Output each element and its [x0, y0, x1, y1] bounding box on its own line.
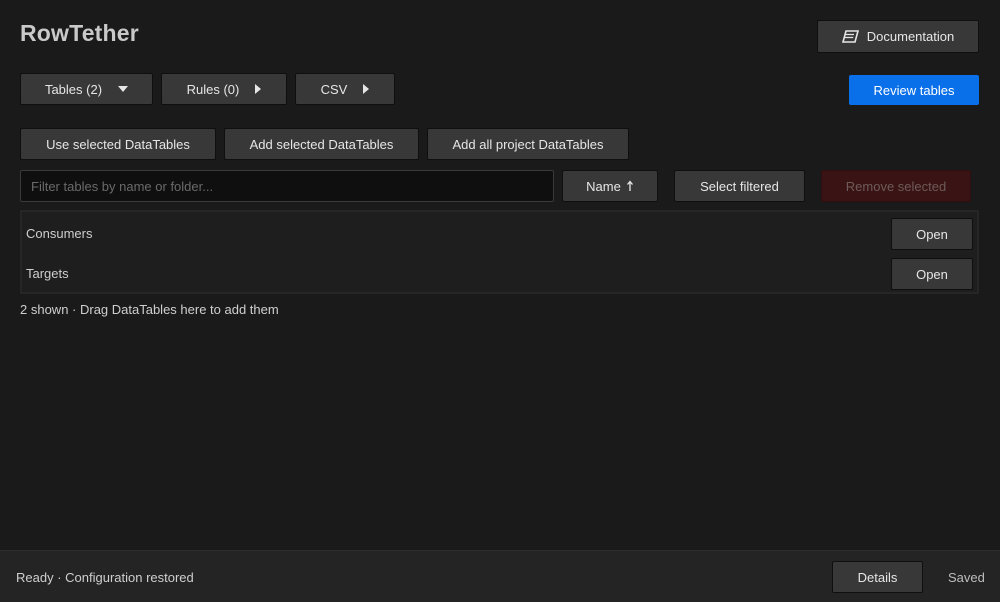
saved-indicator: Saved: [948, 570, 985, 585]
status-bar: Ready · Configuration restored Details S…: [0, 550, 1000, 602]
add-selected-datatables-button[interactable]: Add selected DataTables: [224, 128, 419, 160]
filter-tables-input[interactable]: [20, 170, 554, 202]
chevron-right-icon: [255, 84, 262, 94]
chevron-right-icon: [363, 84, 370, 94]
open-button[interactable]: Open: [891, 258, 973, 290]
app-title: RowTether: [20, 20, 139, 46]
table-row[interactable]: Targets Open: [22, 254, 977, 294]
table-name: Consumers: [26, 226, 93, 241]
tab-csv-label: CSV: [320, 81, 348, 97]
tab-rules[interactable]: Rules (0): [161, 73, 287, 105]
book-icon: [841, 29, 859, 43]
sort-by-name-button[interactable]: Name: [562, 170, 658, 202]
remove-selected-button[interactable]: Remove selected: [821, 170, 971, 202]
table-name: Targets: [26, 266, 69, 281]
chevron-down-icon: [118, 86, 129, 92]
rowtether-panel: RowTether Documentation Tables (2) Rules…: [0, 0, 1000, 602]
arrow-up-icon: [626, 180, 633, 191]
tab-csv[interactable]: CSV: [295, 73, 395, 105]
open-button[interactable]: Open: [891, 218, 973, 250]
datatable-list: Consumers Open Targets Open: [20, 210, 979, 294]
status-message: Ready · Configuration restored: [16, 570, 194, 585]
use-selected-datatables-button[interactable]: Use selected DataTables: [20, 128, 216, 160]
tab-tables-label: Tables (2): [44, 81, 103, 97]
documentation-button[interactable]: Documentation: [817, 20, 979, 53]
select-filtered-button[interactable]: Select filtered: [674, 170, 805, 202]
details-button[interactable]: Details: [832, 561, 923, 593]
tab-tables[interactable]: Tables (2): [20, 73, 153, 105]
add-all-project-datatables-button[interactable]: Add all project DataTables: [427, 128, 629, 160]
tab-rules-label: Rules (0): [186, 81, 240, 97]
table-row[interactable]: Consumers Open: [22, 214, 977, 254]
list-hint: 2 shown · Drag DataTables here to add th…: [20, 302, 279, 317]
documentation-label: Documentation: [866, 29, 955, 44]
sort-label: Name: [586, 178, 621, 194]
review-tables-button[interactable]: Review tables: [849, 75, 979, 105]
